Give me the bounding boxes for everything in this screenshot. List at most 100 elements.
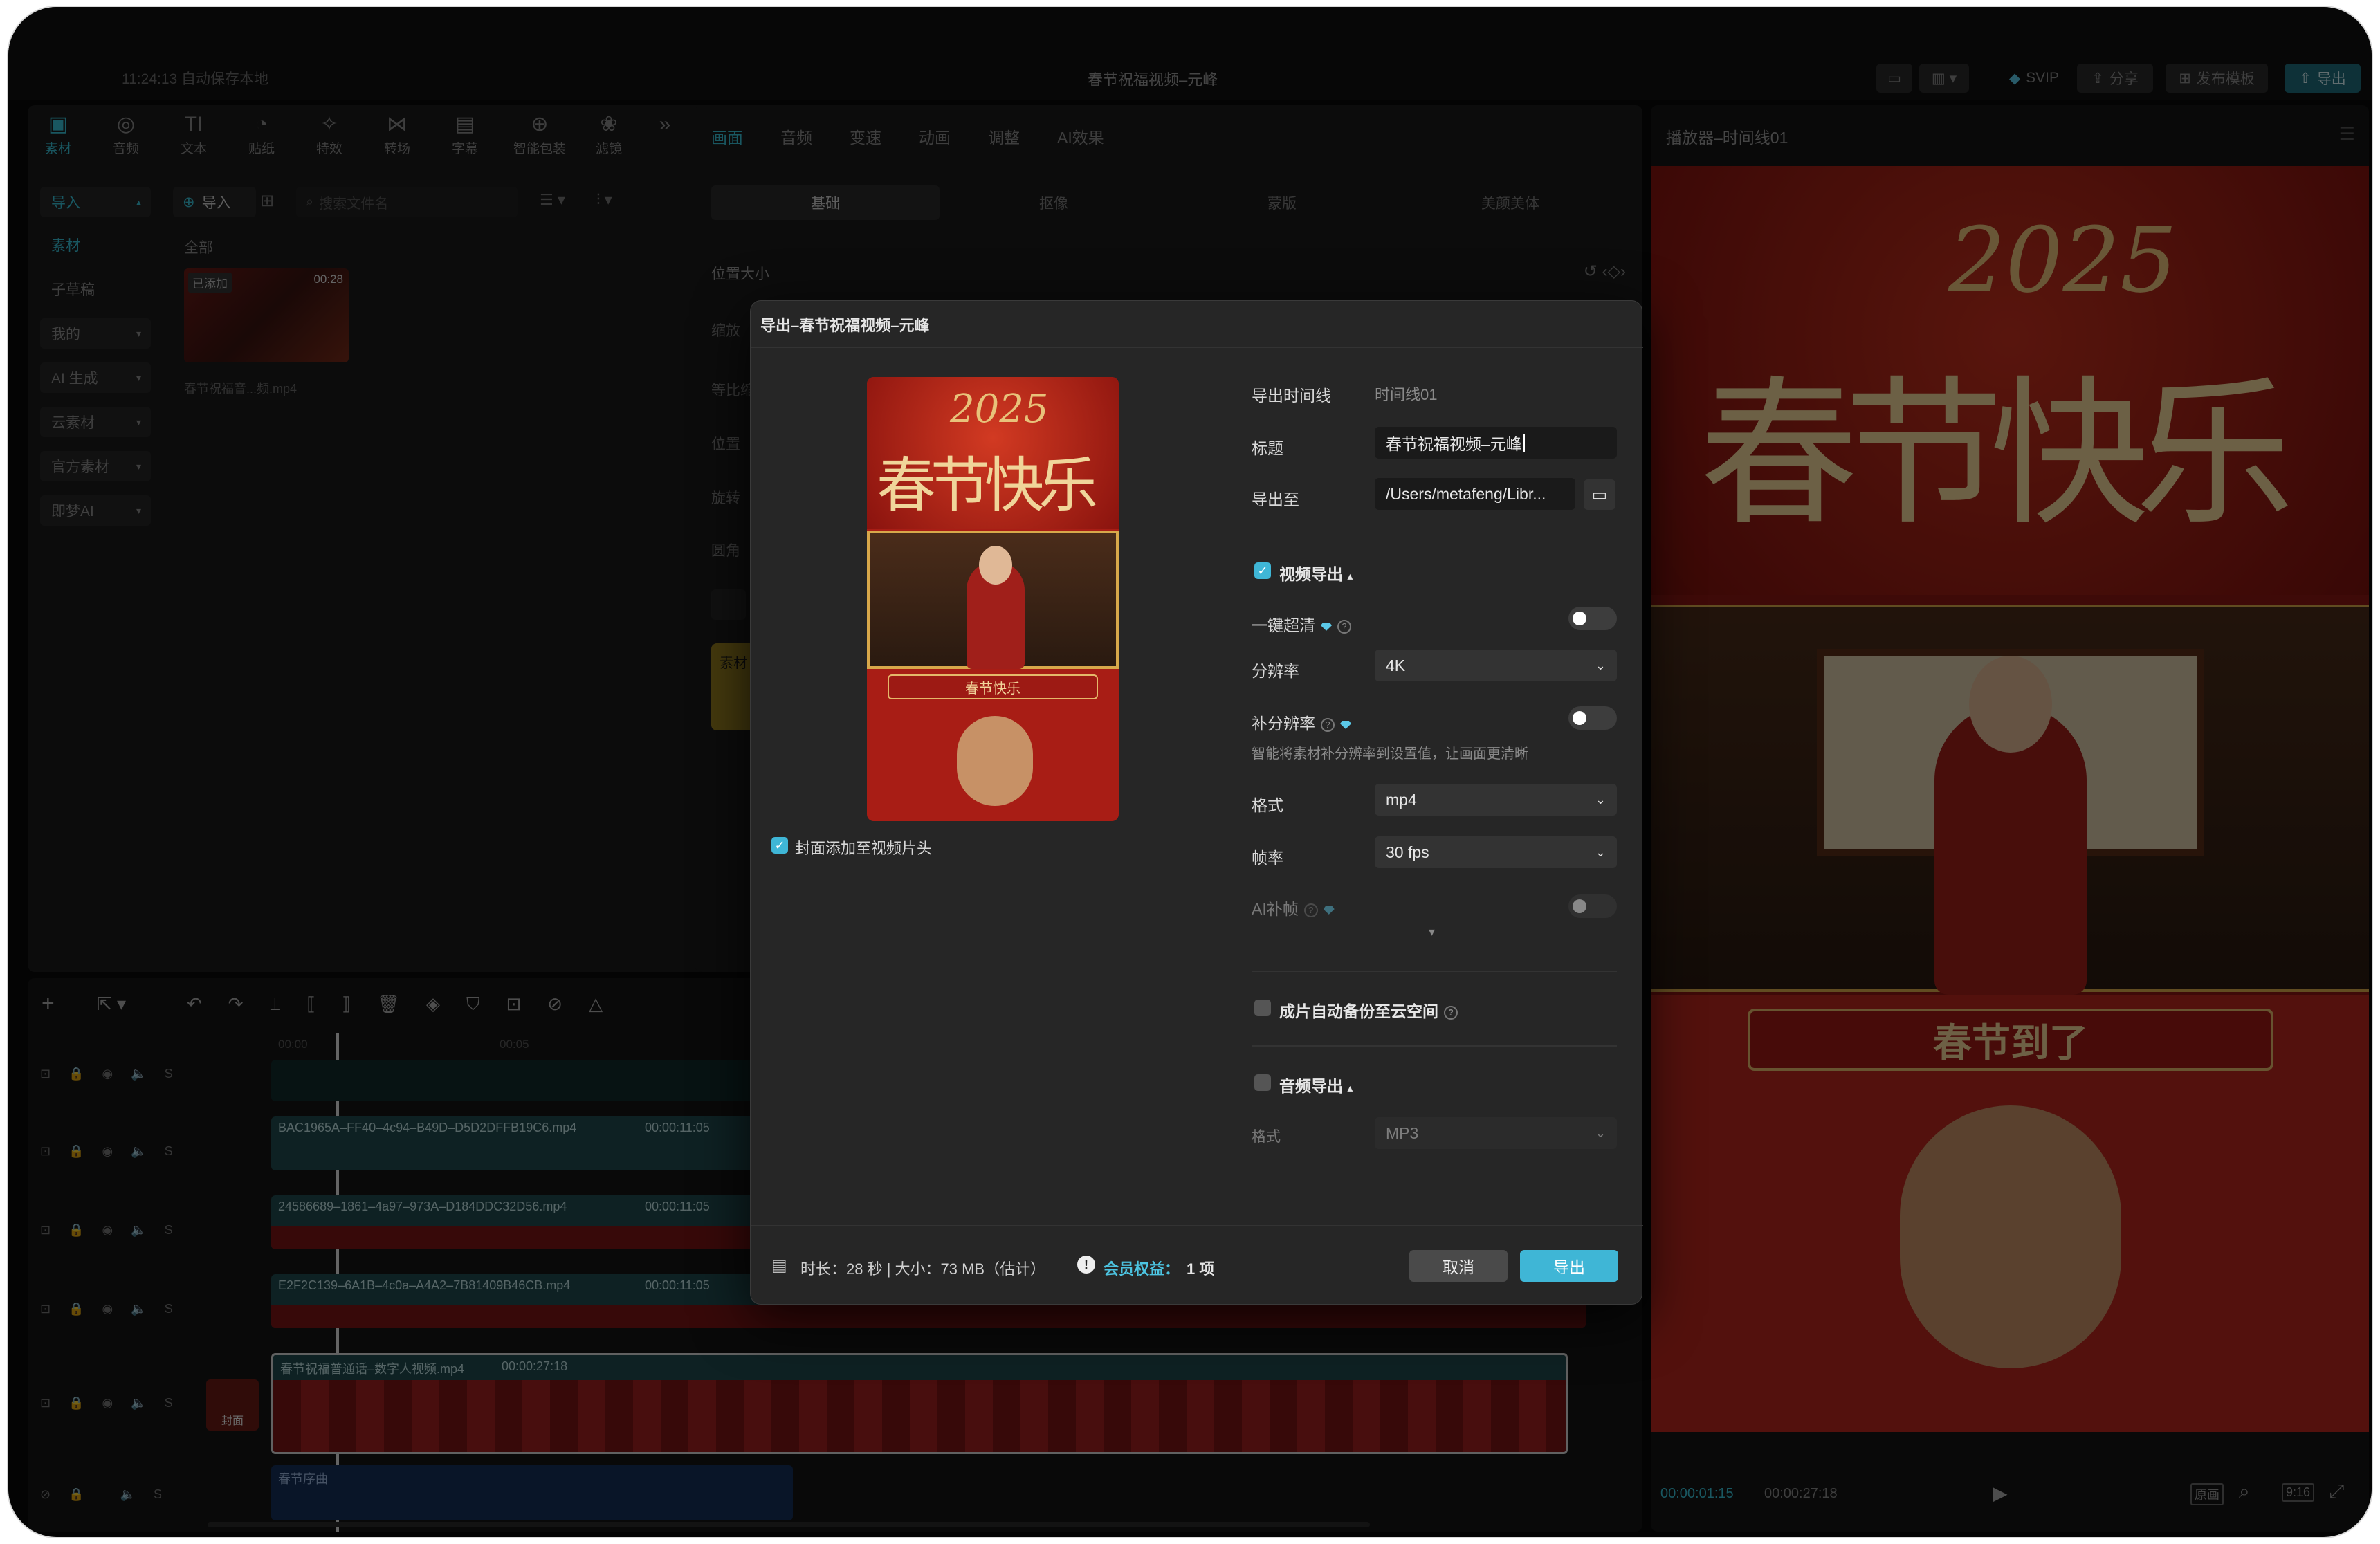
tool-subtitle[interactable]: ▤ 字幕: [437, 112, 493, 160]
tool-text[interactable]: TI 文本: [166, 112, 221, 160]
sort-icon[interactable]: ☰ ▾: [540, 191, 565, 209]
track-controls-2[interactable]: ⊡ 🔒 ◉ 🔈 S: [40, 1144, 173, 1159]
sidebar-item-cloud[interactable]: 云素材 ▾: [40, 407, 151, 437]
cover-preview[interactable]: 2025 春节快乐 春节快乐: [867, 377, 1119, 821]
export-button[interactable]: ⇧ 导出: [2285, 64, 2361, 93]
track-controls-3[interactable]: ⊡ 🔒 ◉ 🔈 S: [40, 1223, 173, 1238]
fps-select[interactable]: 30 fps ⌄: [1375, 836, 1617, 868]
redo-icon[interactable]: ↷: [228, 993, 244, 1015]
original-quality-button[interactable]: 原画: [2190, 1483, 2224, 1505]
cover-thumbnail[interactable]: 封面: [206, 1379, 259, 1431]
track-controls-audio[interactable]: ⊘ 🔒 🔈 S: [40, 1487, 162, 1502]
play-icon[interactable]: ▶: [1993, 1482, 2008, 1505]
tool-smart-pack[interactable]: ⊕ 智能包装: [505, 112, 574, 160]
grid-view-icon[interactable]: ⊞: [260, 191, 274, 211]
tool-effects[interactable]: ✧ 特效: [302, 112, 357, 160]
layout-icon[interactable]: ▭: [1876, 64, 1912, 93]
audio-clip[interactable]: 春节序曲: [271, 1465, 793, 1520]
sidebar-item-import[interactable]: 导入 ▴: [40, 187, 151, 217]
sidebar-item-jimeng[interactable]: 即梦AI ▾: [40, 495, 151, 526]
publish-template-button[interactable]: ⊞ 发布模板: [2166, 64, 2268, 93]
split-left-icon[interactable]: ⟦: [306, 993, 315, 1015]
cancel-button[interactable]: 取消: [1409, 1250, 1508, 1282]
mark-icon[interactable]: ◈: [426, 993, 440, 1015]
tool-sticker[interactable]: ◔ 贴纸: [234, 112, 289, 160]
layout-grid-icon[interactable]: ▥ ▾: [1919, 64, 1969, 93]
fullscreen-icon[interactable]: ⤢: [2329, 1480, 2344, 1503]
sidebar-item-mine[interactable]: 我的 ▾: [40, 318, 151, 349]
info-icon[interactable]: !: [1077, 1256, 1095, 1274]
tab-ai-effects[interactable]: AI效果: [1057, 125, 1104, 148]
menu-icon[interactable]: ☰: [2339, 123, 2355, 145]
speed-icon[interactable]: ⊘: [547, 993, 562, 1015]
more-tools-icon[interactable]: »: [648, 112, 682, 160]
sidebar-item-subdraft[interactable]: 子草稿: [40, 274, 151, 304]
audio-export-section[interactable]: 音频导出 ▴: [1279, 1073, 1353, 1096]
svip-badge[interactable]: ◆ SVIP: [1999, 64, 2069, 93]
frame-interp-toggle[interactable]: [1568, 706, 1617, 730]
crop-icon[interactable]: ⊡: [506, 993, 521, 1015]
cover-checkbox[interactable]: ✓: [771, 837, 788, 854]
expand-more-icon[interactable]: ▾: [1429, 925, 1435, 939]
audio-export-checkbox[interactable]: [1254, 1074, 1271, 1091]
delete-icon[interactable]: 🗑: [377, 993, 400, 1015]
tool-media[interactable]: ▣ 素材: [30, 112, 86, 160]
zoom-icon[interactable]: ⌕: [2239, 1480, 2250, 1503]
subtab-beauty[interactable]: 美颜美体: [1396, 185, 1624, 220]
filter-icon[interactable]: ⫶ ▾: [596, 191, 612, 209]
search-input[interactable]: ⌕ 搜索文件名: [296, 187, 518, 217]
share-button[interactable]: ⇪ 分享: [2077, 64, 2153, 93]
tab-audio[interactable]: 音频: [780, 125, 812, 148]
tab-animation[interactable]: 动画: [919, 125, 951, 148]
subtab-mask[interactable]: 蒙版: [1168, 185, 1396, 220]
select-tool-icon[interactable]: ⇱ ▾: [97, 993, 126, 1015]
ai-interp-toggle[interactable]: [1568, 894, 1617, 918]
section-position-size[interactable]: 位置大小: [711, 263, 769, 284]
align-left-icon[interactable]: [711, 589, 746, 620]
track-controls-main[interactable]: ⊡ 🔒 ◉ 🔈 S: [40, 1396, 173, 1410]
member-benefits-label[interactable]: 会员权益：: [1104, 1257, 1180, 1279]
subtab-cutout[interactable]: 抠像: [940, 185, 1168, 220]
add-icon[interactable]: +: [42, 991, 55, 1016]
sidebar-item-official[interactable]: 官方素材 ▾: [40, 451, 151, 481]
mirror-icon[interactable]: △: [589, 993, 603, 1015]
folder-icon[interactable]: ▭: [1584, 479, 1615, 510]
tab-speed[interactable]: 变速: [850, 125, 881, 148]
split-icon[interactable]: ⌶: [270, 993, 281, 1015]
main-track-clip[interactable]: 春节祝福普通话–数字人视频.mp4 00:00:27:18: [271, 1353, 1568, 1454]
confirm-export-button[interactable]: 导出: [1520, 1250, 1618, 1282]
export-path-input[interactable]: /Users/metafeng/Libr...: [1375, 478, 1575, 510]
import-button[interactable]: ⊕ 导入: [173, 187, 256, 217]
subtab-basic[interactable]: 基础: [711, 185, 940, 220]
backup-checkbox[interactable]: [1254, 1000, 1271, 1016]
timeline-scrollbar[interactable]: [208, 1522, 1370, 1527]
title-input[interactable]: 春节祝福视频–元峰: [1375, 427, 1617, 459]
audio-format-select[interactable]: MP3 ⌄: [1375, 1117, 1617, 1149]
ratio-button[interactable]: 9:16: [2282, 1483, 2315, 1502]
help-icon[interactable]: ?: [1444, 1005, 1458, 1020]
split-right-icon[interactable]: ⟧: [342, 993, 351, 1015]
help-icon[interactable]: ?: [1321, 717, 1335, 732]
resolution-select[interactable]: 4K ⌄: [1375, 650, 1617, 681]
help-icon[interactable]: ?: [1337, 619, 1351, 634]
time-current: 00:00:01:15: [1660, 1486, 1734, 1501]
video-export-checkbox[interactable]: ✓: [1254, 562, 1271, 579]
tool-audio[interactable]: ◎ 音频: [98, 112, 154, 160]
track-controls-4[interactable]: ⊡ 🔒 ◉ 🔈 S: [40, 1302, 173, 1316]
reset-icon[interactable]: ↺ ‹◇›: [1584, 261, 1626, 282]
tab-picture[interactable]: 画面: [711, 125, 743, 148]
shield-icon[interactable]: ⛉: [466, 993, 480, 1015]
super-res-toggle[interactable]: [1568, 607, 1617, 630]
tab-adjust[interactable]: 调整: [988, 125, 1020, 148]
track-controls-1[interactable]: ⊡ 🔒 ◉ 🔈 S: [40, 1067, 173, 1081]
sidebar-item-ai[interactable]: AI 生成 ▾: [40, 362, 151, 393]
undo-icon[interactable]: ↶: [187, 993, 202, 1015]
video-preview[interactable]: 2025 春节快乐 春节到了: [1651, 166, 2369, 1432]
sidebar-item-assets[interactable]: 素材: [40, 230, 151, 260]
video-export-section[interactable]: 视频导出 ▴: [1279, 561, 1353, 585]
format-select[interactable]: mp4 ⌄: [1375, 784, 1617, 816]
player-title: 播放器–时间线01: [1666, 129, 1788, 147]
media-thumbnail[interactable]: 已添加 00:28: [184, 268, 349, 362]
tool-transition[interactable]: ⋈ 转场: [369, 112, 425, 160]
tool-filter[interactable]: ❀ 滤镜: [581, 112, 637, 160]
